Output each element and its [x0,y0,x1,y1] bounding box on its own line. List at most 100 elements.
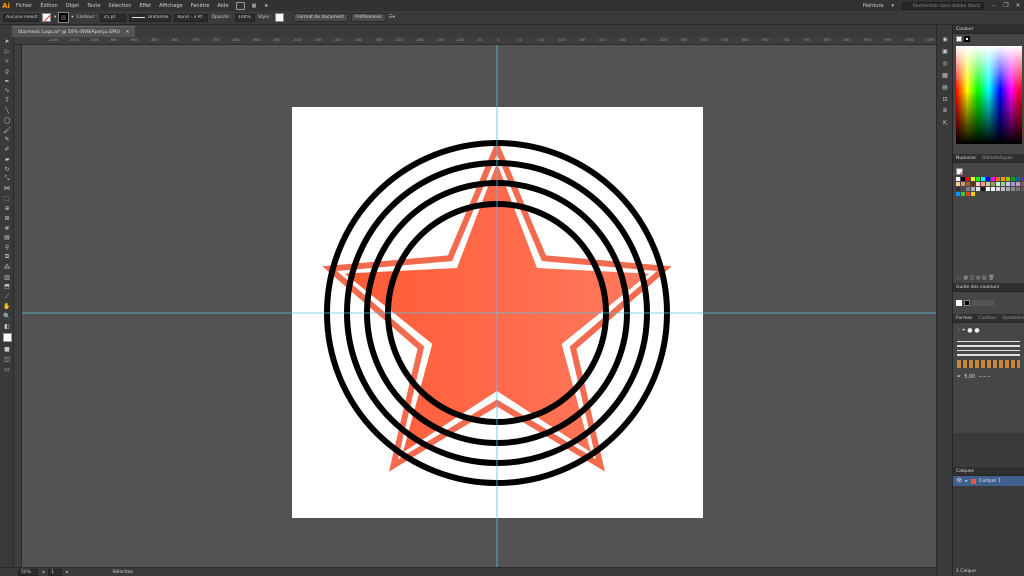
libraries-icon[interactable]: ▣ [937,45,953,57]
guide-swatch-bar[interactable] [972,300,994,306]
brush-stroke-preview[interactable]: ∼∼∼ [978,374,991,380]
close-tab-icon[interactable]: ✕ [125,30,129,35]
layers-panel-tab[interactable]: Calques [953,467,1024,476]
swatch[interactable] [986,182,990,186]
arrange-icon[interactable]: ▦ [248,3,261,9]
export-icon[interactable]: ⇱ [937,117,953,129]
swatch[interactable] [1011,182,1015,186]
stroke-label[interactable]: Contour : [77,15,98,20]
swatch[interactable] [996,182,1000,186]
zoom-field[interactable]: 50% [18,568,38,576]
layer-row[interactable]: 👁 ▸ Calque 1 [953,476,1024,486]
minimize-icon[interactable]: – [988,2,1000,9]
workspace-switcher[interactable]: Peinture [859,3,888,9]
guide-swatch-black[interactable] [964,300,970,306]
swatch[interactable] [1011,177,1015,181]
brushes-panel-tab[interactable]: Formes Contour Symboles [953,314,1024,323]
color-spectrum[interactable] [956,46,1022,144]
ellipse-tool-icon[interactable]: ◯ [0,115,14,125]
maximize-icon[interactable]: ❐ [1000,2,1012,9]
slice-icon[interactable]: ⟋ [0,292,14,302]
swatch[interactable] [971,192,975,196]
opacity-field[interactable]: 100% [234,13,255,22]
shape-builder-icon[interactable]: ⊕ [0,204,14,214]
graphic-styles-icon[interactable]: ▦ [937,69,953,81]
guide-swatch-white[interactable] [956,300,962,306]
close-icon[interactable]: ✕ [1012,2,1024,9]
hand-tool-icon[interactable]: ✋ [0,302,14,312]
swatch[interactable] [981,182,985,186]
menu-effet[interactable]: Effet [135,3,155,9]
preferences-button[interactable]: Préférences [351,13,386,22]
color-guide-tab[interactable]: Guide des couleurs [953,283,1024,292]
arrange-documents-icon[interactable]: ☰▾ [389,15,395,20]
bridge-icon[interactable] [235,1,245,10]
fill-stroke-swatches[interactable] [0,331,14,345]
lasso-icon[interactable]: ϙ [0,66,14,76]
swatch[interactable] [986,177,990,181]
swatch[interactable] [1016,177,1020,181]
stock-search-input[interactable]: Rechercher dans Adobe Stock [902,1,984,10]
swatch[interactable] [1006,177,1010,181]
swatch-none-icon[interactable] [956,168,963,175]
swatch-panel-buttons[interactable]: ⬚ ▦ ◫ ◍ ▤ 🗑 [957,275,995,281]
swatch[interactable] [991,182,995,186]
menu-fichier[interactable]: Fichier [12,3,36,9]
document-tab[interactable]: Starmexic Logo.ai* @ 50% (RVB/Aperçu GPU… [12,26,136,37]
menu-affichage[interactable]: Affichage [155,3,187,9]
opacity-label[interactable]: Opacité : [211,15,231,20]
swatch[interactable] [956,187,960,191]
variable-width-profile[interactable]: Uniforme [129,13,172,22]
swatch[interactable] [986,187,990,191]
swatch[interactable] [976,187,980,191]
swatch[interactable] [1016,182,1020,186]
swatch[interactable] [961,192,965,196]
pathfinder-icon[interactable]: ⧈ [937,105,953,117]
workspace-dropdown-icon[interactable]: ▾ [887,3,898,9]
eyedropper-icon[interactable]: ⚲ [0,243,14,253]
swatch[interactable] [1016,187,1020,191]
properties-panel-icon[interactable]: ◉ [937,33,953,45]
color-stroke-icon[interactable] [964,36,970,42]
swatch[interactable] [961,187,965,191]
perspective-icon[interactable]: ⊞ [0,213,14,223]
status-tool-name[interactable]: Sélection [113,570,134,575]
screen-mode-icon[interactable]: ▭ [0,365,14,375]
next-artboard-icon[interactable]: ▸ [66,570,68,575]
fill-dropdown-icon[interactable]: ▾ [54,15,56,20]
appearance-icon[interactable]: ◎ [937,57,953,69]
swatch[interactable] [1001,177,1005,181]
rotate-icon[interactable]: ↻ [0,164,14,174]
menu-selection[interactable]: Sélection [104,3,135,9]
pencil-icon[interactable]: ✎ [0,135,14,145]
stroke-weight-field[interactable]: 25 pt [100,13,127,22]
swatch[interactable] [961,177,965,181]
align-icon[interactable]: ▤ [937,81,953,93]
line-tool-icon[interactable]: ╲ [0,106,14,116]
gradient-icon[interactable]: ▤ [0,233,14,243]
selection-tool-icon[interactable]: ➤ [0,37,14,47]
swatch[interactable] [966,177,970,181]
curvature-icon[interactable]: ∿ [0,86,14,96]
document-setup-button[interactable]: Format de document [293,13,349,22]
magic-wand-icon[interactable]: ✧ [0,57,14,67]
artboard-tool-icon[interactable]: ⬒ [0,282,14,292]
color-fill-icon[interactable] [956,36,962,42]
graph-tool-icon[interactable]: ▥ [0,272,14,282]
brush-definition[interactable]: Rond - 3 Pt [174,13,209,22]
swatch[interactable] [981,177,985,181]
width-tool-icon[interactable]: ⋈ [0,184,14,194]
swatch[interactable] [1006,187,1010,191]
send-icon[interactable]: ➤ [260,3,272,9]
pattern-brush[interactable] [957,360,1020,368]
artboard-number-field[interactable]: 1 [48,568,63,576]
swatch[interactable] [991,187,995,191]
swatches-panel-tab[interactable]: Nuancier Bibliothèques [953,154,1024,163]
expand-layer-icon[interactable]: ▸ [965,478,968,484]
vertical-ruler[interactable] [14,45,22,567]
paintbrush-icon[interactable]: 🖌 [0,125,14,135]
menu-objet[interactable]: Objet [62,3,84,9]
swatch[interactable] [961,182,965,186]
visibility-eye-icon[interactable]: 👁 [956,478,962,484]
swatch[interactable] [956,192,960,196]
